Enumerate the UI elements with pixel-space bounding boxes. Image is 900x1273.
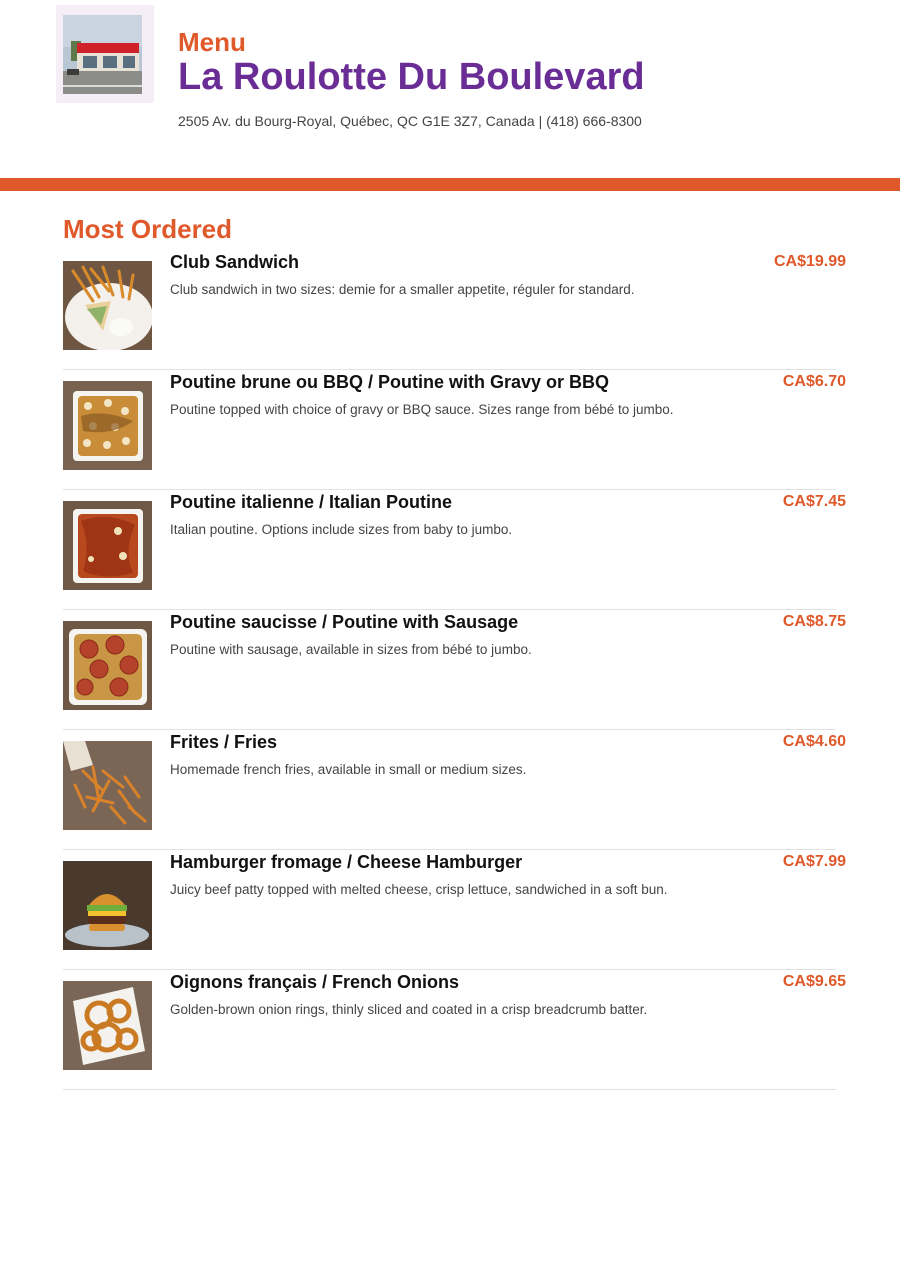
item-name: Hamburger fromage / Cheese Hamburger bbox=[170, 852, 523, 872]
menu-item[interactable]: Hamburger fromage / Cheese Hamburger Jui… bbox=[63, 850, 846, 970]
item-description: Poutine topped with choice of gravy or B… bbox=[170, 402, 674, 417]
menu-item[interactable]: Poutine saucisse / Poutine with Sausage … bbox=[63, 610, 846, 730]
item-price: CA$7.45 bbox=[782, 493, 846, 510]
menu-page: Menu La Roulotte Du Boulevard 2505 Av. d… bbox=[0, 0, 900, 1273]
storefront-image bbox=[63, 15, 142, 94]
address-line: 2505 Av. du Bourg-Royal, Québec, QC G1E … bbox=[178, 113, 642, 129]
item-price: CA$4.60 bbox=[782, 733, 846, 750]
onion-rings-photo bbox=[63, 981, 152, 1070]
item-price: CA$7.99 bbox=[782, 853, 846, 870]
item-price: CA$6.70 bbox=[782, 373, 846, 390]
menu-label: Menu bbox=[178, 27, 246, 57]
item-name: Frites / Fries bbox=[170, 732, 278, 752]
item-description: Golden-brown onion rings, thinly sliced … bbox=[170, 1002, 648, 1017]
menu-item-list: Club Sandwich Club sandwich in two sizes… bbox=[63, 250, 846, 1090]
item-name: Oignons français / French Onions bbox=[170, 972, 460, 992]
item-name: Club Sandwich bbox=[170, 252, 300, 272]
menu-item[interactable]: Poutine brune ou BBQ / Poutine with Grav… bbox=[63, 370, 846, 490]
item-description: Italian poutine. Options include sizes f… bbox=[170, 522, 513, 537]
section-title: Most Ordered bbox=[63, 214, 233, 244]
item-price: CA$8.75 bbox=[782, 613, 846, 630]
item-description: Club sandwich in two sizes: demie for a … bbox=[170, 282, 635, 297]
club-sandwich-photo bbox=[63, 261, 152, 350]
fries-photo bbox=[63, 741, 152, 830]
menu-item[interactable]: Frites / Fries Homemade french fries, av… bbox=[63, 730, 846, 850]
restaurant-name: La Roulotte Du Boulevard bbox=[178, 56, 645, 98]
item-price: CA$9.65 bbox=[782, 973, 846, 990]
menu-item[interactable]: Poutine italienne / Italian Poutine Ital… bbox=[63, 490, 846, 610]
item-description: Homemade french fries, available in smal… bbox=[170, 762, 527, 777]
item-name: Poutine italienne / Italian Poutine bbox=[170, 492, 453, 512]
italian-poutine-photo bbox=[63, 501, 152, 590]
item-description: Juicy beef patty topped with melted chee… bbox=[170, 882, 668, 897]
sausage-poutine-photo bbox=[63, 621, 152, 710]
item-name: Poutine saucisse / Poutine with Sausage bbox=[170, 612, 519, 632]
cheeseburger-photo bbox=[63, 861, 152, 950]
item-description: Poutine with sausage, available in sizes… bbox=[170, 642, 532, 657]
header-divider-bar bbox=[0, 178, 900, 191]
item-name: Poutine brune ou BBQ / Poutine with Grav… bbox=[170, 372, 610, 392]
item-price: CA$19.99 bbox=[773, 253, 846, 270]
menu-item[interactable]: Oignons français / French Onions Golden-… bbox=[63, 970, 846, 1090]
poutine-gravy-photo bbox=[63, 381, 152, 470]
menu-item[interactable]: Club Sandwich Club sandwich in two sizes… bbox=[63, 250, 846, 370]
restaurant-logo bbox=[56, 5, 154, 103]
